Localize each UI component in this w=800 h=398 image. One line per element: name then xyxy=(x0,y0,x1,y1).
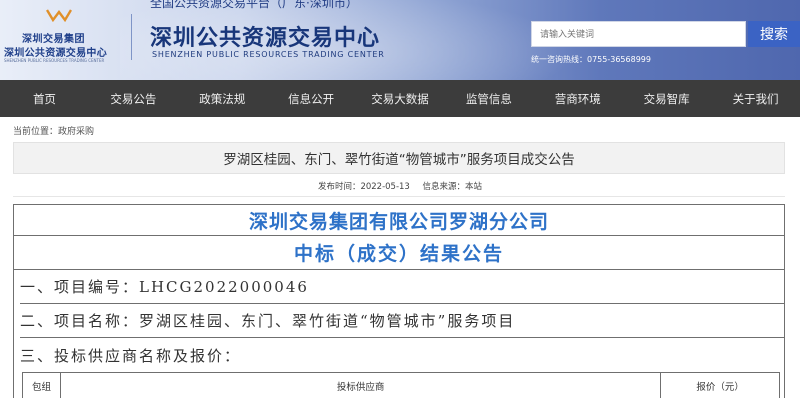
logo-text-group: 深圳交易集团 xyxy=(22,34,85,45)
platform-name: 全国公共资源交易平台（广东·深圳市） xyxy=(150,0,358,10)
site-subtitle: SHENZHEN PUBLIC RESOURCES TRADING CENTER xyxy=(152,50,385,59)
article-title-panel: 罗湖区桂园、东门、翠竹街道“物管城市”服务项目成交公告 xyxy=(13,142,785,174)
nav-item-home[interactable]: 首页 xyxy=(0,80,89,117)
main-nav: 首页 交易公告 政策法规 信息公开 交易大数据 监管信息 营商环境 交易智库 关… xyxy=(0,80,800,117)
bid-table-header: 包组 投标供应商 报价（元） xyxy=(22,372,780,398)
site-logo[interactable]: 深圳交易集团 深圳公共资源交易中心 SHENZHEN PUBLIC RESOUR… xyxy=(4,8,124,68)
info-source: 信息来源：本站 xyxy=(422,182,483,192)
logo-text-english: SHENZHEN PUBLIC RESOURCES TRADING CENTER xyxy=(4,58,105,63)
project-number: 一、项目编号：LHCG2022000046 xyxy=(20,270,784,304)
nav-item-supervision[interactable]: 监管信息 xyxy=(444,80,533,117)
nav-item-think-tank[interactable]: 交易智库 xyxy=(622,80,711,117)
nav-item-about[interactable]: 关于我们 xyxy=(711,80,800,117)
nav-item-big-data[interactable]: 交易大数据 xyxy=(356,80,445,117)
nav-item-announcements[interactable]: 交易公告 xyxy=(89,80,178,117)
search-input[interactable] xyxy=(532,23,745,47)
nav-item-policies[interactable]: 政策法规 xyxy=(178,80,267,117)
nav-item-disclosure[interactable]: 信息公开 xyxy=(267,80,356,117)
breadcrumb-current[interactable]: 政府采购 xyxy=(58,127,94,137)
breadcrumb: 当前位置：政府采购 xyxy=(13,124,94,137)
site-header: 深圳交易集团 深圳公共资源交易中心 SHENZHEN PUBLIC RESOUR… xyxy=(0,0,800,80)
hotline-text: 统一咨询热线：0755-36568999 xyxy=(531,55,651,64)
logo-divider xyxy=(131,14,132,60)
search-button[interactable]: 搜索 xyxy=(748,21,800,47)
article-title: 罗湖区桂园、东门、翠竹街道“物管城市”服务项目成交公告 xyxy=(223,152,575,168)
table-header-supplier: 投标供应商 xyxy=(61,373,662,398)
nav-item-business-environment[interactable]: 营商环境 xyxy=(533,80,622,117)
notice-document: 深圳交易集团有限公司罗湖分公司 中标（成交）结果公告 一、项目编号：LHCG20… xyxy=(13,204,785,398)
site-title: 深圳公共资源交易中心 xyxy=(150,26,381,51)
breadcrumb-label: 当前位置： xyxy=(13,127,59,137)
org-name: 深圳交易集团有限公司罗湖分公司 xyxy=(14,205,784,236)
article-meta: 发布时间：2022-05-13 信息来源：本站 xyxy=(0,180,800,192)
publish-time: 发布时间：2022-05-13 xyxy=(317,182,410,192)
project-name: 二、项目名称：罗湖区桂园、东门、翠竹街道“物管城市”服务项目 xyxy=(20,304,784,338)
table-header-lot: 包组 xyxy=(23,373,61,398)
bidders-heading: 三、投标供应商名称及报价： xyxy=(20,346,242,365)
logo-icon xyxy=(46,9,72,22)
table-header-price: 报价（元） xyxy=(696,382,744,393)
logo-text-center: 深圳公共资源交易中心 xyxy=(4,48,107,59)
notice-title: 中标（成交）结果公告 xyxy=(14,236,784,270)
search-box xyxy=(531,21,746,47)
divider xyxy=(13,196,785,197)
